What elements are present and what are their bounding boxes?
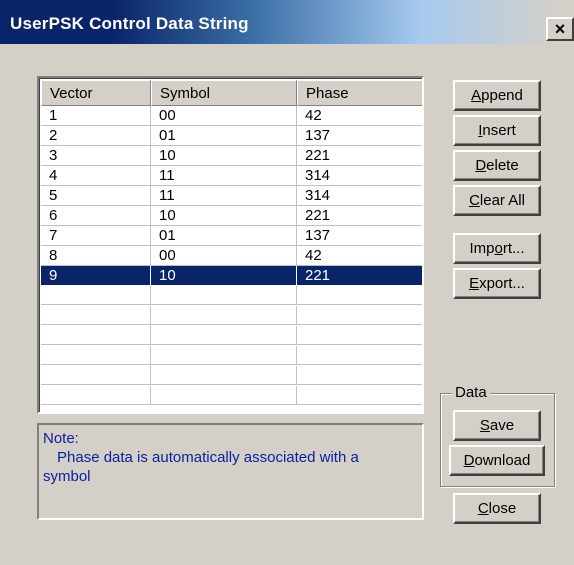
cell-phase[interactable]: 42: [297, 106, 422, 126]
cell-symbol[interactable]: 01: [151, 226, 297, 246]
empty-cell[interactable]: [151, 346, 297, 365]
note-text-line2: symbol: [43, 468, 91, 485]
column-header-phase[interactable]: Phase: [297, 80, 422, 106]
import-button-label: Import...: [469, 240, 525, 257]
cell-phase[interactable]: 221: [297, 266, 422, 286]
append-button[interactable]: Append: [453, 80, 541, 111]
cell-symbol[interactable]: 00: [151, 106, 297, 126]
title-bar[interactable]: UserPSK Control Data String ×: [0, 0, 574, 44]
table-header: Vector Symbol Phase: [41, 80, 422, 106]
table-row[interactable]: 8 00 42: [41, 246, 422, 266]
table-row[interactable]: 1 00 42: [41, 106, 422, 126]
insert-button-label: Insert: [478, 122, 516, 139]
data-group-label: Data: [452, 384, 490, 401]
close-window-button[interactable]: ×: [546, 17, 574, 41]
append-button-label: Append: [471, 87, 523, 104]
cell-symbol[interactable]: 10: [151, 206, 297, 226]
empty-cell[interactable]: [297, 286, 422, 305]
empty-cell[interactable]: [151, 306, 297, 325]
table-row[interactable]: 2 01 137: [41, 126, 422, 146]
empty-cell[interactable]: [297, 366, 422, 385]
cell-phase[interactable]: 314: [297, 186, 422, 206]
export-button[interactable]: Export...: [453, 268, 541, 299]
note-label: Note:: [43, 430, 79, 447]
cell-vector[interactable]: 7: [41, 226, 151, 246]
empty-cell[interactable]: [297, 346, 422, 365]
empty-cell[interactable]: [41, 306, 151, 325]
cell-symbol[interactable]: 10: [151, 266, 297, 286]
cell-vector[interactable]: 2: [41, 126, 151, 146]
cell-symbol[interactable]: 10: [151, 146, 297, 166]
note-text-line1: Phase data is automatically associated w…: [57, 449, 359, 466]
cell-phase[interactable]: 221: [297, 206, 422, 226]
export-button-label: Export...: [469, 275, 525, 292]
empty-cell[interactable]: [297, 326, 422, 345]
delete-button[interactable]: Delete: [453, 150, 541, 181]
empty-table-row[interactable]: [41, 306, 422, 326]
cell-vector[interactable]: 1: [41, 106, 151, 126]
cell-vector[interactable]: 8: [41, 246, 151, 266]
empty-table-row[interactable]: [41, 346, 422, 366]
table-row[interactable]: 6 10 221: [41, 206, 422, 226]
empty-cell[interactable]: [297, 306, 422, 325]
note-panel: Note: Phase data is automatically associ…: [37, 423, 424, 520]
empty-cell[interactable]: [151, 386, 297, 405]
column-header-symbol[interactable]: Symbol: [151, 80, 297, 106]
table-body: 1 00 42 2 01 137 3 10 221 4 11 314 5 11 314 6 10 221 7 01 13…: [41, 106, 422, 406]
import-button[interactable]: Import...: [453, 233, 541, 264]
cell-phase[interactable]: 137: [297, 226, 422, 246]
empty-cell[interactable]: [41, 286, 151, 305]
table-row[interactable]: 4 11 314: [41, 166, 422, 186]
empty-cell[interactable]: [41, 326, 151, 345]
cell-symbol[interactable]: 00: [151, 246, 297, 266]
empty-cell[interactable]: [151, 326, 297, 345]
empty-table-row[interactable]: [41, 386, 422, 406]
table-row[interactable]: 9 10 221: [41, 266, 422, 286]
cell-symbol[interactable]: 01: [151, 126, 297, 146]
empty-cell[interactable]: [297, 386, 422, 405]
download-button[interactable]: Download: [449, 445, 545, 476]
clear-all-button[interactable]: Clear All: [453, 185, 541, 216]
clear-all-button-label: Clear All: [469, 192, 525, 209]
cell-phase[interactable]: 42: [297, 246, 422, 266]
insert-button[interactable]: Insert: [453, 115, 541, 146]
table-row[interactable]: 5 11 314: [41, 186, 422, 206]
empty-cell[interactable]: [41, 346, 151, 365]
save-button[interactable]: Save: [453, 410, 541, 441]
download-button-label: Download: [463, 452, 531, 469]
empty-cell[interactable]: [151, 366, 297, 385]
cell-phase[interactable]: 314: [297, 166, 422, 186]
cell-vector[interactable]: 3: [41, 146, 151, 166]
userpsk-dialog: UserPSK Control Data String × Vector Sym…: [0, 0, 574, 565]
table-row[interactable]: 3 10 221: [41, 146, 422, 166]
empty-cell[interactable]: [41, 366, 151, 385]
empty-cell[interactable]: [41, 386, 151, 405]
save-button-label: Save: [479, 417, 515, 434]
cell-vector[interactable]: 5: [41, 186, 151, 206]
vector-table[interactable]: Vector Symbol Phase 1 00 42 2 01 137 3 10 221 4 11…: [37, 76, 424, 414]
empty-cell[interactable]: [151, 286, 297, 305]
close-button-label: Close: [477, 500, 517, 517]
empty-table-row[interactable]: [41, 366, 422, 386]
close-icon: ×: [554, 19, 566, 39]
cell-vector[interactable]: 9: [41, 266, 151, 286]
table-row[interactable]: 7 01 137: [41, 226, 422, 246]
cell-vector[interactable]: 4: [41, 166, 151, 186]
cell-symbol[interactable]: 11: [151, 166, 297, 186]
column-header-vector[interactable]: Vector: [41, 80, 151, 106]
cell-symbol[interactable]: 11: [151, 186, 297, 206]
cell-phase[interactable]: 137: [297, 126, 422, 146]
close-button[interactable]: Close: [453, 493, 541, 524]
cell-phase[interactable]: 221: [297, 146, 422, 166]
delete-button-label: Delete: [475, 157, 519, 174]
window-title: UserPSK Control Data String: [10, 14, 249, 33]
cell-vector[interactable]: 6: [41, 206, 151, 226]
empty-table-row[interactable]: [41, 326, 422, 346]
empty-table-row[interactable]: [41, 286, 422, 306]
